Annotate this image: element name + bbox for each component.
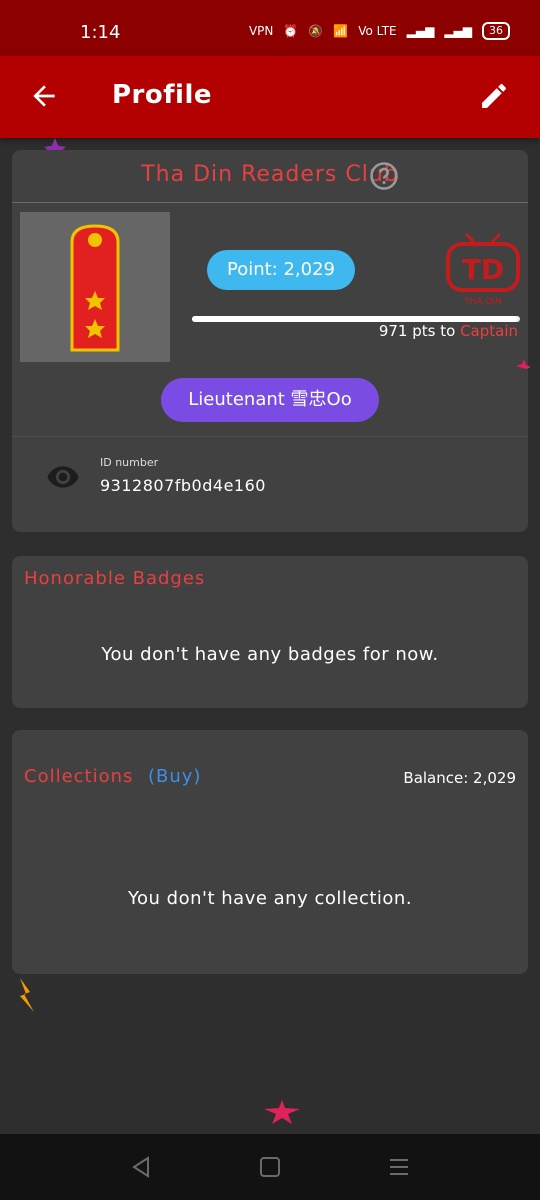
confetti-red-right: [516, 359, 531, 369]
vpn-icon: VPN: [248, 24, 274, 38]
page-title: Profile: [112, 80, 213, 110]
app-bar: Profile: [0, 56, 540, 138]
id-value: 9312807fb0d4e160: [100, 476, 266, 495]
signal-icon: ▂▄▆: [406, 24, 435, 38]
logo-text: TD: [462, 253, 504, 286]
badges-card: Honorable Badges You don't have any badg…: [12, 556, 528, 708]
id-label: ID number: [100, 456, 159, 469]
lte-icon: Vo LTE: [358, 24, 397, 38]
battery-icon: 36: [482, 22, 510, 40]
points-badge: Point: 2,029: [207, 250, 355, 290]
signal-icon-2: ▂▄▆: [444, 24, 472, 38]
status-icons: VPN ⏰ 🔕 📶 Vo LTE ▂▄▆ ▂▄▆ 36: [249, 22, 510, 40]
confetti-lightning-orange: [20, 978, 34, 1012]
system-nav-bar: [0, 1134, 540, 1200]
back-arrow-icon[interactable]: [28, 80, 60, 112]
next-rank: Captain: [460, 322, 518, 340]
badges-title: Honorable Badges: [24, 568, 206, 589]
confetti-star-pink: [264, 1100, 300, 1124]
buy-link[interactable]: (Buy): [148, 766, 201, 787]
collections-card: Collections (Buy) Balance: 2,029 You don…: [12, 730, 528, 974]
bell-off-icon: 🔕: [308, 24, 324, 38]
points-remaining: 971 pts to: [378, 322, 456, 340]
back-nav-icon[interactable]: [128, 1154, 154, 1180]
shoulder-strap-icon: [70, 224, 120, 352]
recents-nav-icon[interactable]: [386, 1154, 412, 1180]
divider: [12, 202, 528, 203]
profile-card: Tha Din Readers Club Point: 2,029 971 pt…: [12, 150, 528, 532]
status-bar: 1:14 VPN ⏰ 🔕 📶 Vo LTE ▂▄▆ ▂▄▆ 36: [0, 0, 540, 56]
help-icon[interactable]: [369, 161, 399, 191]
wifi-icon: 📶: [333, 24, 349, 38]
divider: [12, 436, 528, 437]
status-time: 1:14: [80, 22, 121, 43]
tha-din-logo: TD THA DIN: [446, 232, 520, 307]
eye-icon[interactable]: [46, 460, 80, 494]
collections-title: Collections: [24, 766, 134, 787]
collections-empty-message: You don't have any collection.: [127, 888, 413, 909]
home-nav-icon[interactable]: [257, 1154, 283, 1180]
rank-badge: Lieutenant 雪忠Oo: [161, 378, 379, 422]
points-to-next-rank: 971 pts to Captain: [379, 322, 518, 340]
alarm-icon: ⏰: [283, 24, 299, 38]
edit-pencil-icon[interactable]: [478, 80, 510, 112]
club-title: Tha Din Readers Club: [141, 162, 399, 187]
rank-insignia: [20, 212, 170, 362]
badges-empty-message: You don't have any badges for now.: [101, 644, 439, 665]
logo-subtext: THA DIN: [463, 297, 502, 307]
balance: Balance: 2,029: [403, 769, 516, 787]
